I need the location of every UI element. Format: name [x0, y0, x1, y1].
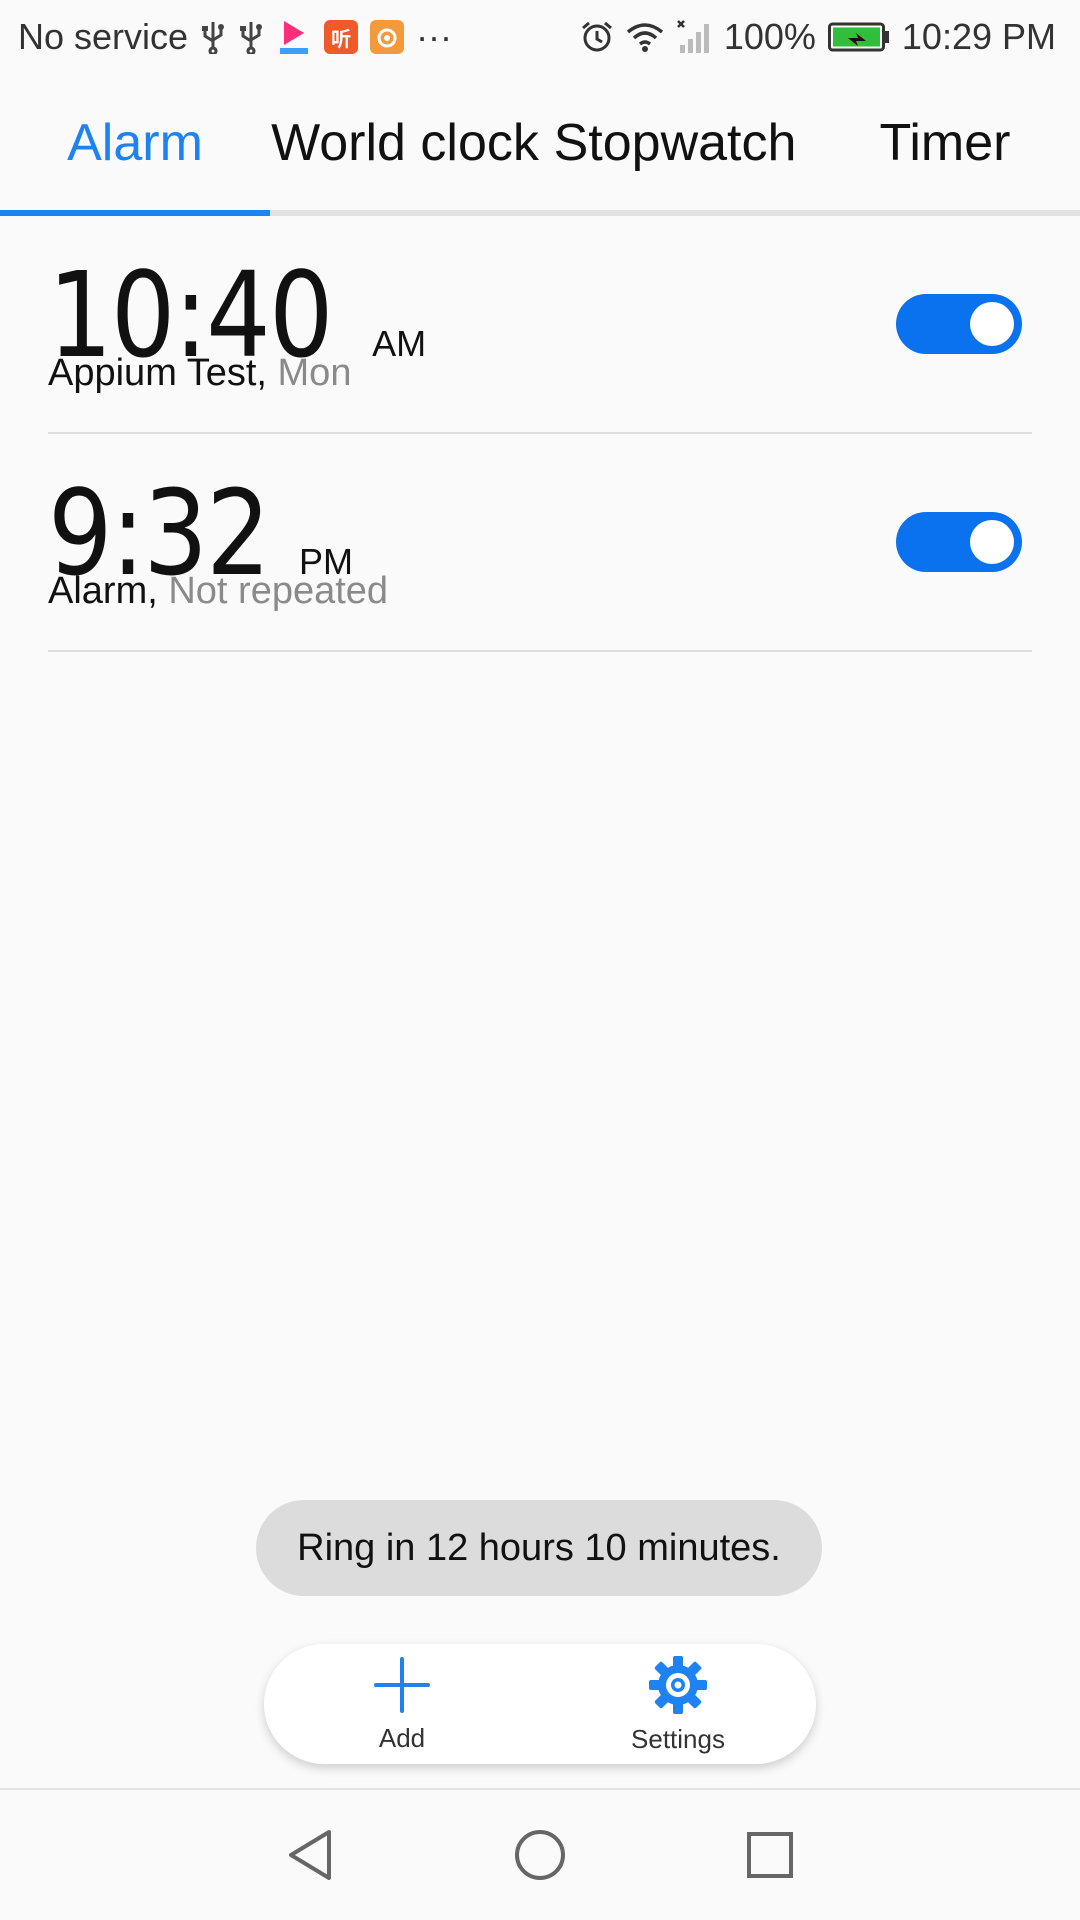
alarm-repeat: Mon: [277, 352, 352, 394]
uc-browser-icon: [370, 20, 405, 54]
tab-timer[interactable]: Timer: [810, 100, 1080, 216]
settings-button[interactable]: Settings: [578, 1654, 778, 1755]
tab-alarm[interactable]: Alarm: [0, 100, 270, 216]
gear-icon: [649, 1655, 707, 1714]
status-bar: No service 听 ··· 100% 10:29 PM: [0, 0, 1080, 74]
toggle-knob: [970, 302, 1014, 346]
carrier-text: No service: [18, 16, 189, 57]
clock-time: 10:29 PM: [901, 16, 1056, 57]
alarm-clock-icon: [580, 20, 614, 54]
plus-icon: [374, 1656, 430, 1713]
battery-percent: 100%: [723, 16, 816, 57]
settings-label: Settings: [631, 1723, 725, 1754]
overflow-notifications-icon: ···: [416, 16, 453, 57]
alarm-subtitle: Appium Test, Mon: [48, 352, 351, 395]
recents-button[interactable]: [730, 1815, 810, 1895]
back-icon: [289, 1830, 331, 1880]
signal-icon: [676, 19, 710, 55]
alarm-ampm: AM: [372, 323, 427, 364]
alarm-toggle[interactable]: [896, 294, 1022, 354]
ring-time-toast: Ring in 12 hours 10 minutes.: [256, 1500, 822, 1596]
alarm-toggle[interactable]: [896, 512, 1022, 572]
battery-charging-icon: [827, 22, 890, 52]
alarm-list: 10:40 AM Appium Test, Mon 9:32 PM Alarm,…: [48, 216, 1032, 652]
home-icon: [515, 1830, 565, 1880]
alarm-label: Alarm,: [48, 570, 158, 612]
alarm-item[interactable]: 9:32 PM Alarm, Not repeated: [48, 434, 1032, 652]
action-bar: Add Settings: [264, 1644, 816, 1764]
alarm-label: Appium Test,: [48, 352, 267, 394]
back-button[interactable]: [270, 1815, 350, 1895]
tab-world-clock[interactable]: World clock: [270, 100, 540, 216]
youku-icon: [276, 18, 312, 56]
home-button[interactable]: [500, 1815, 580, 1895]
alarm-subtitle: Alarm, Not repeated: [48, 570, 388, 613]
clock-app-screen: No service 听 ··· 100% 10:29 PM Alarm Wor…: [0, 0, 1080, 1920]
tab-stopwatch[interactable]: Stopwatch: [540, 100, 810, 216]
ting-app-icon: 听: [324, 20, 359, 54]
add-alarm-button[interactable]: Add: [302, 1655, 502, 1754]
alarm-repeat: Not repeated: [168, 570, 389, 612]
status-bar-right: 100% 10:29 PM: [580, 16, 1056, 58]
recents-icon: [747, 1832, 793, 1878]
usb-icon: [200, 20, 226, 54]
alarm-item[interactable]: 10:40 AM Appium Test, Mon: [48, 216, 1032, 434]
wifi-icon: [626, 21, 664, 53]
add-label: Add: [378, 1722, 426, 1753]
toggle-knob: [970, 520, 1014, 564]
status-bar-left: No service 听 ···: [18, 16, 452, 58]
usb-icon: [238, 20, 264, 54]
tab-bar: Alarm World clock Stopwatch Timer: [0, 100, 1080, 216]
system-nav-bar: [0, 1790, 1080, 1920]
